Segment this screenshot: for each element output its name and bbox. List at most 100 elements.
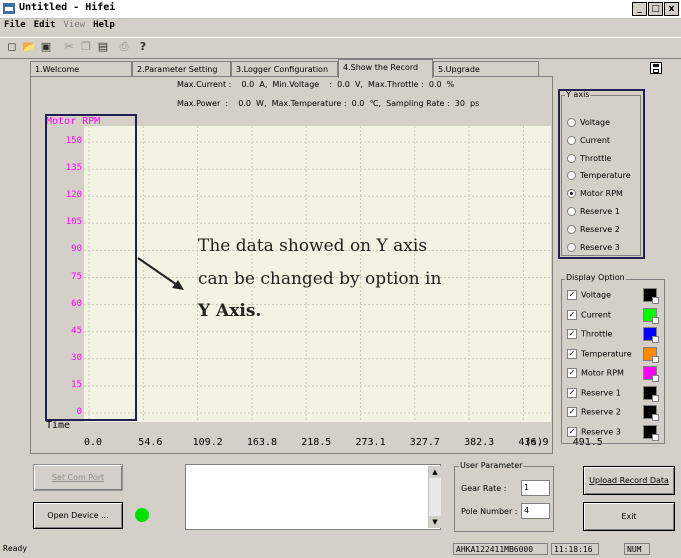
- checkbox-icon[interactable]: ✓: [567, 387, 577, 398]
- y-axis-option[interactable]: Voltage: [567, 118, 610, 127]
- y-axis-option-label: Reserve 2: [580, 224, 620, 234]
- status-text: Ready: [3, 544, 28, 553]
- scroll-down-icon[interactable]: ▼: [429, 516, 441, 528]
- gear-rate-input[interactable]: 1: [521, 480, 550, 496]
- x-axis-title: Time: [46, 420, 71, 431]
- color-swatch-button[interactable]: [643, 366, 659, 382]
- menu-edit[interactable]: Edit: [30, 19, 60, 31]
- scroll-up-icon[interactable]: ▲: [429, 466, 441, 478]
- radio-icon[interactable]: [567, 171, 576, 181]
- display-option[interactable]: ✓ Motor RPM: [567, 368, 624, 378]
- checkbox-icon[interactable]: ✓: [567, 329, 577, 339]
- x-tick-label: 273.1: [355, 437, 386, 448]
- checkbox-icon[interactable]: ✓: [567, 368, 577, 378]
- cut-icon[interactable]: ✂: [62, 40, 76, 54]
- y-axis-option[interactable]: Motor RPM: [567, 189, 623, 199]
- y-axis-option-label: Voltage: [580, 118, 611, 127]
- device-status-indicator: [135, 508, 149, 522]
- display-option[interactable]: ✓ Current: [567, 309, 611, 320]
- y-axis-option[interactable]: Throttle: [567, 153, 611, 163]
- user-parameter-label: User Parameter: [459, 461, 524, 470]
- tab-show-the-record[interactable]: 4.Show the Record: [338, 59, 433, 78]
- maximize-button[interactable]: □: [648, 2, 663, 16]
- x-tick-label: 382.3: [464, 437, 495, 448]
- y-axis-option-label: Motor RPM: [580, 189, 623, 199]
- display-option-label: Motor RPM: [581, 368, 624, 378]
- y-axis-option[interactable]: Reserve 3: [567, 242, 620, 252]
- new-icon[interactable]: ◻: [5, 40, 19, 54]
- set-com-port-button[interactable]: Set Com Port: [33, 464, 123, 491]
- color-swatch-button[interactable]: [643, 288, 659, 304]
- display-option[interactable]: ✓ Throttle: [567, 329, 612, 339]
- radio-icon[interactable]: [567, 242, 576, 252]
- y-axis-option-label: Temperature: [580, 171, 631, 181]
- radio-icon[interactable]: [567, 153, 576, 163]
- stats-line-2: Max.Power : 0.0 W, Max.Temperature : 0.0…: [177, 99, 480, 108]
- color-swatch-button[interactable]: [643, 346, 659, 363]
- checkbox-icon[interactable]: ✓: [567, 348, 577, 359]
- pole-number-input[interactable]: 4: [521, 503, 550, 519]
- copy-icon[interactable]: ❐: [79, 40, 93, 54]
- app-icon: [3, 3, 15, 14]
- menu-bar: File Edit View Help: [0, 19, 681, 36]
- checkbox-icon[interactable]: ✓: [567, 309, 577, 320]
- radio-icon[interactable]: [567, 118, 576, 127]
- x-tick-label: 327.7: [409, 437, 440, 448]
- log-scrollbar[interactable]: ▲ ▼: [428, 466, 441, 528]
- upload-record-button[interactable]: Upload Record Data: [583, 466, 675, 495]
- y-axis-option[interactable]: Temperature: [567, 171, 631, 181]
- tab-upgrade[interactable]: 5.Upgrade: [433, 61, 539, 77]
- exit-button[interactable]: Exit: [583, 502, 675, 531]
- radio-icon[interactable]: [567, 189, 576, 199]
- radio-icon[interactable]: [567, 135, 576, 145]
- color-swatch-button[interactable]: [643, 405, 659, 421]
- window-title: Untitled - Hifei: [19, 2, 116, 13]
- y-axis-option-label: Current: [580, 135, 611, 145]
- color-swatch-button[interactable]: [643, 385, 659, 402]
- y-axis-option[interactable]: Reserve 1: [567, 207, 620, 216]
- save-chart-icon[interactable]: [650, 62, 662, 74]
- color-swatch-button[interactable]: [643, 327, 659, 343]
- help-icon[interactable]: ?: [136, 40, 150, 54]
- radio-icon[interactable]: [567, 207, 576, 216]
- status-time: 11:18:16: [551, 543, 599, 555]
- y-axis-highlight-box: [45, 114, 137, 421]
- radio-icon[interactable]: [567, 224, 576, 234]
- display-option[interactable]: ✓ Reserve 2: [567, 407, 621, 417]
- y-axis-option[interactable]: Reserve 2: [567, 224, 620, 234]
- x-tick-label: 0.0: [84, 437, 103, 448]
- open-icon[interactable]: 📂: [22, 40, 36, 54]
- display-option-label: Reserve 2: [581, 407, 621, 417]
- x-tick-label: 109.2: [192, 437, 223, 448]
- y-axis-option-label: Reserve 3: [580, 242, 620, 252]
- stats-line-1: Max.Current : 0.0 A, Min.Voltage : 0.0 V…: [177, 80, 455, 89]
- menu-file[interactable]: File: [0, 19, 30, 31]
- color-swatch-button[interactable]: [643, 424, 659, 441]
- tab-parameter-setting[interactable]: 2.Parameter Setting: [132, 61, 231, 77]
- log-textarea[interactable]: [185, 464, 441, 530]
- print-icon[interactable]: ⎙: [117, 40, 131, 54]
- toolbar: ◻ 📂 ▣ ✂ ❐ ▤ ⎙ ?: [0, 37, 681, 59]
- color-swatch-button[interactable]: [643, 307, 659, 324]
- checkbox-icon[interactable]: ✓: [567, 426, 577, 437]
- display-option-label: Throttle: [581, 329, 613, 339]
- display-option[interactable]: ✓ Temperature: [567, 348, 632, 359]
- y-axis-option[interactable]: Current: [567, 135, 611, 145]
- save-icon[interactable]: ▣: [39, 40, 53, 54]
- display-option[interactable]: ✓ Reserve 3: [567, 426, 621, 437]
- checkbox-icon[interactable]: ✓: [567, 290, 577, 300]
- minimize-button[interactable]: _: [632, 2, 647, 16]
- x-tick-label: 163.8: [246, 437, 277, 448]
- menu-help[interactable]: Help: [89, 19, 119, 31]
- pole-number-label: Pole Number :: [461, 507, 518, 516]
- display-option[interactable]: ✓ Reserve 1: [567, 387, 621, 398]
- checkbox-icon[interactable]: ✓: [567, 407, 577, 417]
- tab-welcome[interactable]: 1.Welcome: [30, 61, 132, 77]
- open-device-button[interactable]: Open Device ...: [33, 502, 123, 529]
- display-option[interactable]: ✓ Voltage: [567, 290, 611, 300]
- y-axis-option-label: Reserve 1: [580, 207, 620, 216]
- paste-icon[interactable]: ▤: [96, 40, 110, 54]
- menu-view[interactable]: View: [59, 19, 89, 31]
- tab-logger-configuration[interactable]: 3.Logger Configuration: [231, 61, 338, 77]
- close-button[interactable]: x: [664, 2, 679, 16]
